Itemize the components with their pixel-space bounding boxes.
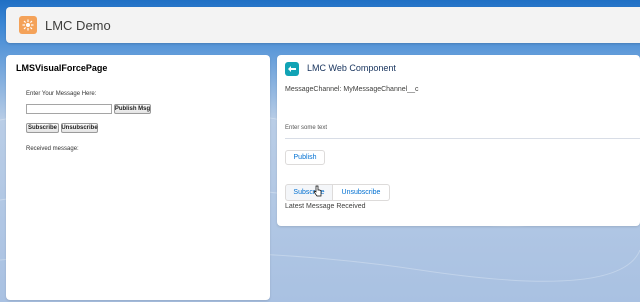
subscribe-button[interactable]: Subscribe (26, 123, 59, 133)
message-input[interactable] (26, 104, 112, 114)
subscribe-button-group: Subscribe Unsubscribe (285, 184, 390, 201)
app-launcher-icon[interactable] (19, 16, 37, 34)
input-underline (285, 138, 640, 139)
text-input[interactable]: Enter some text (285, 125, 327, 131)
lightning-component-icon (285, 62, 299, 76)
latest-message-label: Latest Message Received (285, 203, 366, 210)
panel-title: LMSVisualForcePage (16, 63, 108, 73)
publish-msg-button[interactable]: Publish Msg (114, 104, 151, 114)
received-message-label: Received message: (26, 146, 79, 152)
app-header: LMC Demo (6, 7, 640, 43)
message-input-label: Enter Your Message Here: (26, 91, 97, 97)
publish-button[interactable]: Publish (285, 150, 325, 165)
unsubscribe-button[interactable]: Unsubscribe (61, 123, 98, 133)
visualforce-panel: LMSVisualForcePage Enter Your Message He… (6, 55, 270, 300)
panel-title: LMC Web Component (307, 63, 396, 73)
unsubscribe-button[interactable]: Unsubscribe (333, 184, 390, 201)
lwc-panel: LMC Web Component MessageChannel: MyMess… (277, 55, 640, 226)
message-channel-text: MessageChannel: MyMessageChannel__c (285, 86, 419, 93)
app-title: LMC Demo (45, 18, 111, 33)
subscribe-button[interactable]: Subscribe (285, 184, 333, 201)
hand-cursor-icon (313, 185, 322, 197)
